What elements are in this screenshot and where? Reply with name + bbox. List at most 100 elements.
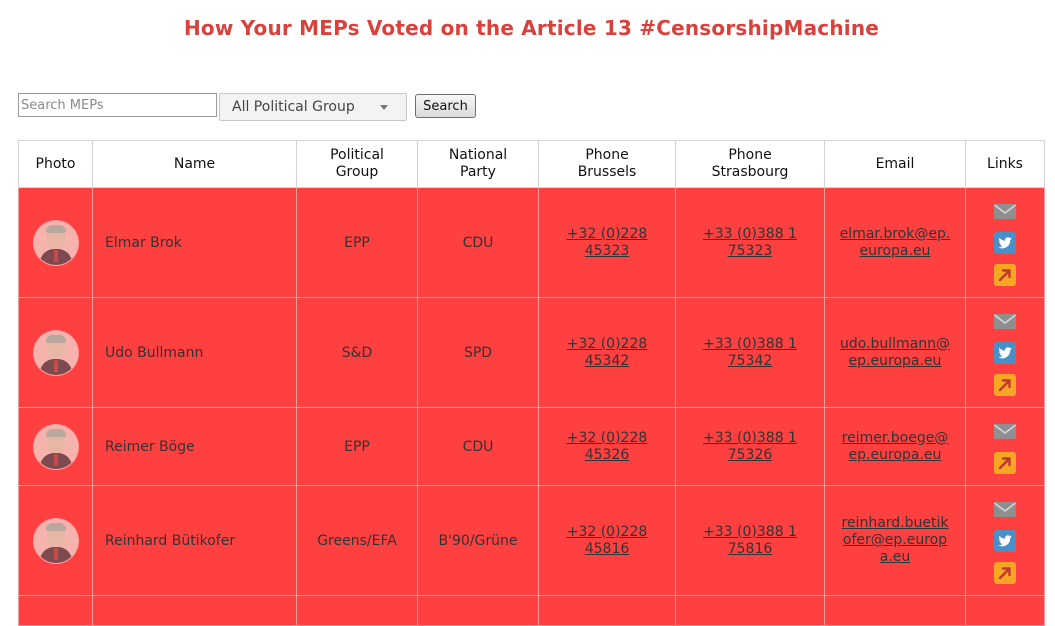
header-email: Email <box>824 140 966 188</box>
phone-strasbourg-part1: +33 (0)388 1 <box>703 429 797 446</box>
avatar <box>33 424 78 469</box>
phone-brussels-cell: +32 (0)228 45342 <box>538 297 676 408</box>
email-link[interactable]: reimer.boege@ ep.europa.eu <box>842 430 949 464</box>
phone-brussels-part1: +32 (0)228 <box>566 523 648 540</box>
header-phone-brussels-line2: Brussels <box>577 164 637 180</box>
phone-strasbourg-part1: +33 (0)388 1 <box>703 523 797 540</box>
phone-brussels-part2: 45816 <box>584 540 630 557</box>
header-national-party-line2: Party <box>460 164 496 180</box>
political-group: Greens/EFA <box>296 485 418 596</box>
email-icon[interactable] <box>993 309 1017 333</box>
phone-brussels-cell: +32 (0)228 45816 <box>538 485 676 596</box>
table-row: Udo Bullmann S&D SPD +32 (0)228 45342 +33… <box>18 297 1045 408</box>
external-link-icon[interactable] <box>993 263 1017 287</box>
header-name: Name <box>92 140 297 188</box>
table-header-row: Photo Name Political Group National Party … <box>18 140 1045 188</box>
email-part1: udo.bullmann@ <box>839 335 951 352</box>
page-title: How Your MEPs Voted on the Article 13 #C… <box>183 16 880 40</box>
phone-brussels-link[interactable]: +32 (0)228 45323 <box>567 226 648 260</box>
national-party: CDU <box>417 187 539 298</box>
political-group: EPP <box>296 187 418 298</box>
email-icon[interactable] <box>993 497 1017 521</box>
email-part2: ep.europa.eu <box>848 352 942 369</box>
email-part2: europa.eu <box>859 242 931 259</box>
external-link-icon[interactable] <box>993 451 1017 475</box>
phone-strasbourg-link[interactable]: +33 (0)388 1 75342 <box>703 336 797 370</box>
phone-strasbourg-part2: 75326 <box>727 446 773 463</box>
header-photo: Photo <box>18 140 93 188</box>
header-phone-strasbourg-line1: Phone <box>728 147 772 163</box>
phone-brussels-link[interactable]: +32 (0)228 45326 <box>567 430 648 464</box>
email-link[interactable]: elmar.brok@ep. europa.eu <box>840 226 951 260</box>
phone-brussels-cell: +32 (0)228 45323 <box>538 187 676 298</box>
phone-brussels-link[interactable]: +32 (0)228 45816 <box>567 524 648 558</box>
links-cell <box>965 407 1045 486</box>
email-part2: ep.europa.eu <box>848 446 942 463</box>
header-political-group-line1: Political <box>330 147 384 163</box>
avatar <box>33 220 78 265</box>
phone-strasbourg-link[interactable]: +33 (0)388 1 75816 <box>703 524 797 558</box>
external-link-icon[interactable] <box>993 373 1017 397</box>
header-national-party-line1: National <box>448 147 508 163</box>
header-phone-brussels-line1: Phone <box>585 147 629 163</box>
twitter-icon[interactable] <box>993 341 1017 365</box>
political-group-select-value: All Political Group <box>232 99 355 115</box>
external-link-icon[interactable] <box>993 561 1017 585</box>
phone-strasbourg-part2: 75816 <box>727 540 773 557</box>
political-group: S&D <box>296 297 418 408</box>
table-row <box>18 595 1045 626</box>
email-link[interactable]: reinhard.buetik ofer@ep.europ a.eu <box>842 515 949 566</box>
phone-brussels-link[interactable]: +32 (0)228 45342 <box>567 336 648 370</box>
header-links: Links <box>965 140 1045 188</box>
email-cell: reimer.boege@ ep.europa.eu <box>824 407 966 486</box>
phone-brussels-cell: +32 (0)228 45326 <box>538 407 676 486</box>
search-button[interactable]: Search <box>415 94 476 118</box>
political-group-select[interactable]: All Political Group <box>219 93 407 121</box>
search-input[interactable] <box>18 93 217 117</box>
phone-strasbourg-cell: +33 (0)388 1 75816 <box>675 485 825 596</box>
photo-cell <box>18 407 93 486</box>
avatar <box>33 518 78 563</box>
phone-brussels-part2: 45326 <box>584 446 630 463</box>
national-party: SPD <box>417 297 539 408</box>
phone-strasbourg-part2: 75323 <box>727 242 773 259</box>
table-row: Reimer Böge EPP CDU +32 (0)228 45326 +33 … <box>18 407 1045 486</box>
twitter-icon[interactable] <box>993 529 1017 553</box>
photo-cell <box>18 187 93 298</box>
phone-brussels-part1: +32 (0)228 <box>566 429 648 446</box>
email-icon[interactable] <box>993 199 1017 223</box>
phone-strasbourg-cell: +33 (0)388 1 75342 <box>675 297 825 408</box>
header-political-group: Political Group <box>296 140 418 188</box>
phone-strasbourg-part1: +33 (0)388 1 <box>703 225 797 242</box>
phone-strasbourg-part2: 75342 <box>727 352 773 369</box>
email-cell: udo.bullmann@ ep.europa.eu <box>824 297 966 408</box>
links-cell <box>965 485 1045 596</box>
phone-strasbourg-link[interactable]: +33 (0)388 1 75323 <box>703 226 797 260</box>
links-cell <box>965 297 1045 408</box>
phone-strasbourg-part1: +33 (0)388 1 <box>703 335 797 352</box>
table-row: Elmar Brok EPP CDU +32 (0)228 45323 +33 (… <box>18 187 1045 298</box>
twitter-icon[interactable] <box>993 231 1017 255</box>
mep-name: Udo Bullmann <box>92 297 297 408</box>
email-icon[interactable] <box>993 419 1017 443</box>
phone-strasbourg-link[interactable]: +33 (0)388 1 75326 <box>703 430 797 464</box>
header-phone-strasbourg-line2: Strasbourg <box>711 164 789 180</box>
email-link[interactable]: udo.bullmann@ ep.europa.eu <box>840 336 950 370</box>
phone-brussels-part2: 45323 <box>584 242 630 259</box>
phone-strasbourg-cell: +33 (0)388 1 75323 <box>675 187 825 298</box>
email-cell: elmar.brok@ep. europa.eu <box>824 187 966 298</box>
email-part1: reimer.boege@ <box>841 429 949 446</box>
email-part1: elmar.brok@ep. <box>839 225 951 242</box>
political-group: EPP <box>296 407 418 486</box>
chevron-down-icon <box>380 105 388 110</box>
mep-name: Reimer Böge <box>92 407 297 486</box>
phone-brussels-part2: 45342 <box>584 352 630 369</box>
phone-strasbourg-cell: +33 (0)388 1 75326 <box>675 407 825 486</box>
email-part3: a.eu <box>879 549 911 565</box>
header-political-group-line2: Group <box>335 164 379 180</box>
email-part2: ofer@ep.europ <box>842 532 948 548</box>
table-row: Reinhard Bütikofer Greens/EFA B'90/Grüne… <box>18 485 1045 596</box>
phone-brussels-part1: +32 (0)228 <box>566 225 648 242</box>
email-part1: reinhard.buetik <box>841 515 949 531</box>
mep-name: Elmar Brok <box>92 187 297 298</box>
